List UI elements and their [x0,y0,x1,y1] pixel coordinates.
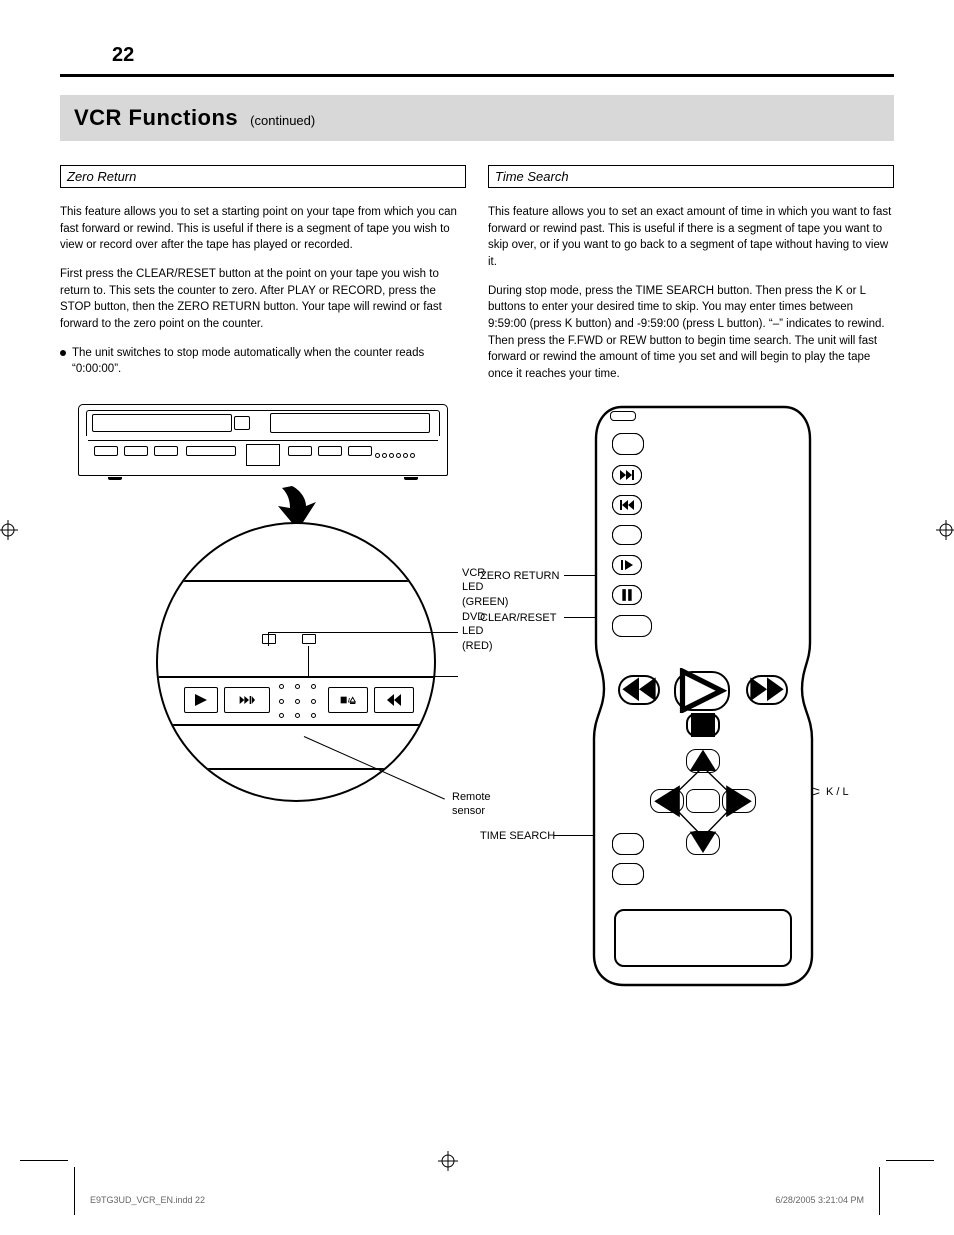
stop-eject-button-icon: / [328,687,368,713]
registration-mark-icon [438,1151,458,1171]
remote-button[interactable] [612,833,644,855]
up-glyph: K [565,318,573,330]
dpad-right-button[interactable] [722,789,756,813]
cassette-slot-icon [270,413,430,433]
crop-mark-icon [886,1160,934,1161]
registration-mark-icon [0,520,18,540]
remote-button[interactable] [612,525,642,545]
time-search-label: TIME SEARCH [480,829,555,843]
svg-text:/: / [348,698,350,705]
rew-button[interactable] [618,675,660,705]
front-button-icon [94,446,118,456]
remote-sensor-label: Remote sensor [452,790,491,819]
magnified-panel: / [156,522,436,802]
zero-return-label: ZERO RETURN [480,569,559,583]
leader-line [268,632,458,633]
remote-button[interactable] [612,863,644,885]
two-column-layout: Zero Return This feature allows you to s… [60,165,894,1009]
slow-button[interactable] [612,555,642,575]
disc-tray-icon [92,414,232,432]
dpad-left-button[interactable] [650,789,684,813]
left-column: Zero Return This feature allows you to s… [60,165,466,1009]
unit-figure: / VCR LED (GREEN) DVD LED (RED) Remote s… [60,390,466,830]
pause-button[interactable] [612,585,642,605]
leader-line [268,632,269,646]
front-button-icon [288,446,312,456]
led-pair-icon [262,634,316,644]
footer-timestamp: 6/28/2005 3:21:04 PM [775,1195,864,1205]
time-search-text: During stop mode, press the TIME SEARCH … [488,285,835,297]
up-glyph: K [835,285,843,297]
remote-figure: ZERO RETURN CLEAR/RESET TIME SEARCH K / … [488,389,894,1009]
dpad-center-button[interactable] [686,789,720,813]
top-rule [60,74,894,77]
time-search-text: or [846,285,859,297]
registration-mark-icon [936,520,954,540]
remote-sensor-grid-icon [276,682,318,720]
leader-line [308,646,309,676]
footer-file-tag: E9TG3UD_VCR_EN.indd 22 [90,1195,205,1205]
front-jacks-icon [374,446,430,460]
page-number: 22 [112,44,134,67]
right-column: Time Search This feature allows you to s… [488,165,894,1009]
zero-return-para-2: First press the CLEAR/RESET button at th… [60,266,466,333]
up-down-label: K / L [826,785,849,799]
ffwd-button[interactable] [746,675,788,705]
play-button-icon [184,687,218,713]
zero-return-note: The unit switches to stop mode automatic… [60,345,466,378]
front-button-icon [348,446,372,456]
crop-mark-icon [879,1167,880,1215]
stop-button[interactable] [686,713,720,737]
section-title: VCR Functions [74,105,238,131]
remote-storage-icon [614,909,792,967]
ir-window-icon [610,411,636,421]
front-button-icon [154,446,178,456]
rew-button-icon [374,687,414,713]
remote-button[interactable] [612,433,644,455]
manual-page: 22 VCR Functions (continued) Zero Return… [0,0,954,1235]
clear-reset-label: CLEAR/RESET [480,611,556,625]
remote-button-long[interactable] [612,615,652,637]
zero-return-heading: Zero Return [60,165,466,188]
leader-line [308,676,458,677]
bullet-dot-icon [60,350,66,356]
time-search-para-1: This feature allows you to set an exact … [488,204,894,271]
zero-return-para-1: This feature allows you to set a startin… [60,204,466,254]
section-subtitle: (continued) [250,113,315,128]
crop-mark-icon [20,1160,68,1161]
front-grid-icon [246,444,280,466]
down-glyph: L [860,285,866,297]
time-search-para-2: During stop mode, press the TIME SEARCH … [488,283,894,383]
time-search-text: button) and -9:59:00 (press [576,318,718,330]
down-glyph: L [718,318,724,330]
ff-skip-button-icon [224,687,270,713]
skip-fwd-button[interactable] [612,465,642,485]
time-search-heading: Time Search [488,165,894,188]
dpad-down-button[interactable] [686,831,720,855]
eject-button-icon [234,416,250,430]
play-button[interactable] [674,671,730,711]
front-button-icon [318,446,342,456]
crop-mark-icon [74,1167,75,1215]
front-button-icon [124,446,148,456]
dpad-up-button[interactable] [686,749,720,773]
vcr-unit-drawing [78,404,448,476]
front-display-icon [186,446,236,456]
dpad [650,749,756,855]
skip-back-button[interactable] [612,495,642,515]
section-title-band: VCR Functions (continued) [60,95,894,141]
zero-return-note-text: The unit switches to stop mode automatic… [72,345,466,378]
